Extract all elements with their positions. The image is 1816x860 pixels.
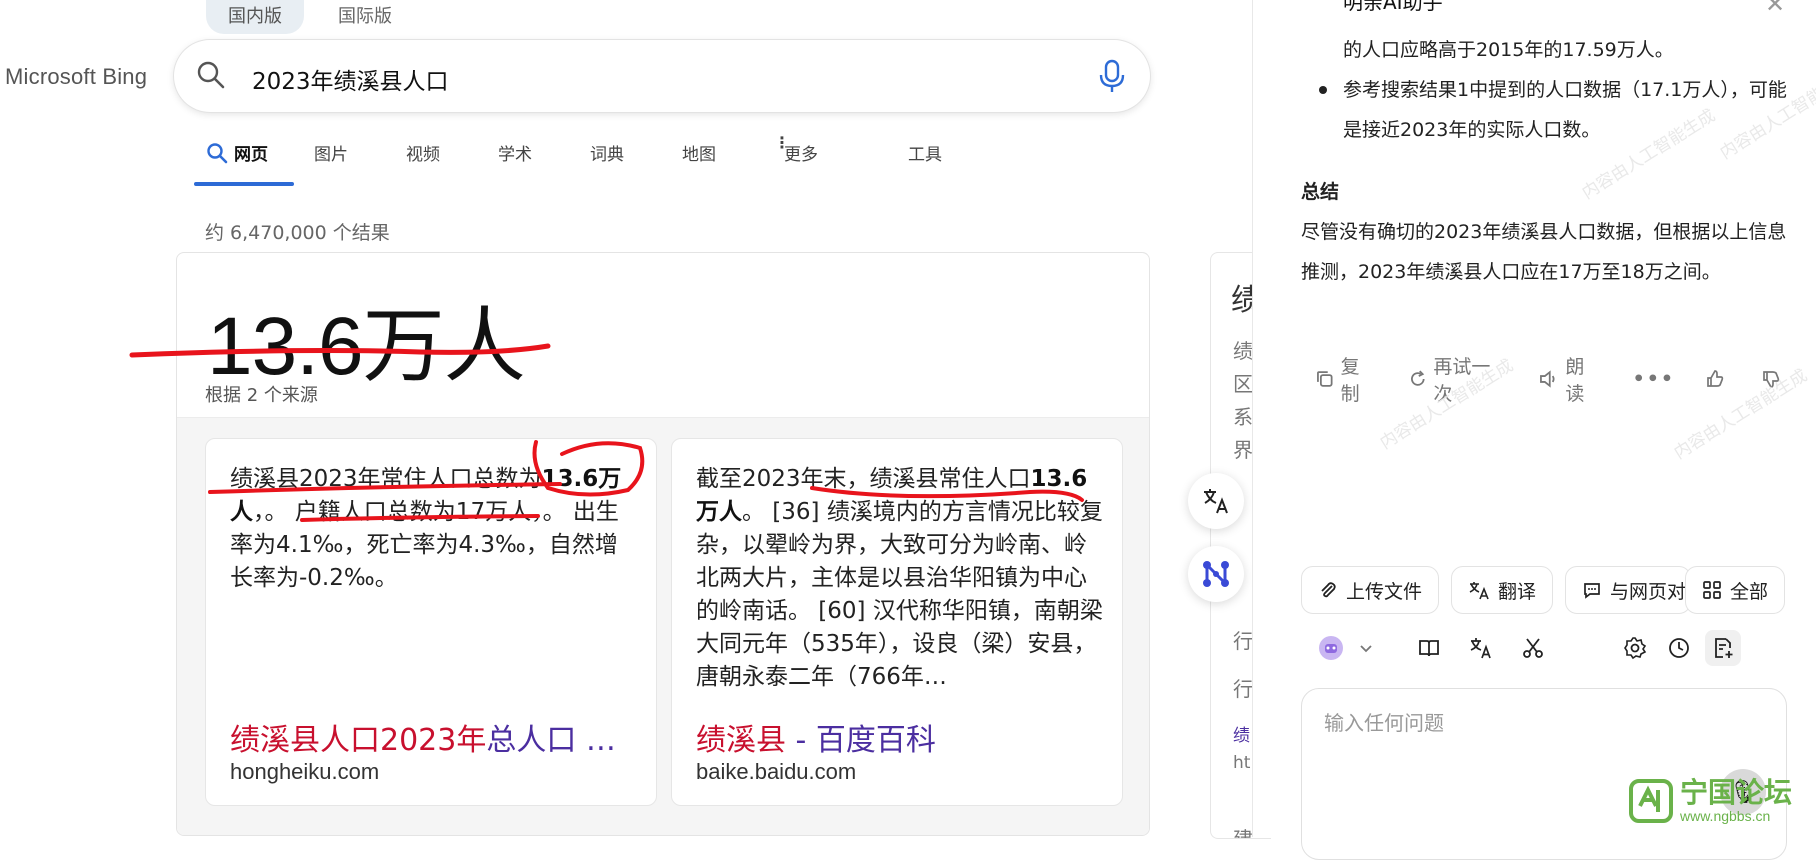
- forum-logo-icon: [1629, 779, 1673, 823]
- new-chat-icon[interactable]: [1705, 630, 1741, 666]
- region-tabs: 国内版 国际版: [206, 0, 414, 34]
- result-count: 约 6,470,000 个结果: [205, 222, 390, 244]
- source-card[interactable]: 绩溪县2023年常住人口总数为13.6万人，。 户籍人口总数为17万人，。 出生…: [205, 438, 657, 806]
- search-box[interactable]: 2023年绩溪县人口: [174, 40, 1150, 112]
- more-dots-icon: ⋮: [774, 133, 790, 152]
- chat-bullet: 参考搜索结果1中提到的人口数据（17.1万人），可能是接近2023年的实际人口数…: [1301, 70, 1801, 150]
- upload-file-button[interactable]: 上传文件: [1301, 566, 1440, 614]
- side-card-text: ht: [1233, 753, 1251, 773]
- ai-logo-icon: [1203, 561, 1229, 587]
- search-icon: [207, 143, 228, 164]
- source-domain: hongheiku.com: [230, 759, 380, 784]
- chat-with-page-button[interactable]: 与网页对: [1565, 566, 1692, 614]
- tab-label: 更多: [784, 145, 818, 165]
- translate-icon[interactable]: [1463, 630, 1499, 666]
- paperclip-icon: [1321, 582, 1336, 598]
- translate-button[interactable]: 翻译: [1451, 566, 1554, 614]
- tab-label: 词典: [590, 145, 624, 165]
- side-card-text: 行: [1233, 629, 1253, 653]
- grid-icon: [1703, 581, 1721, 599]
- tab-maps[interactable]: 地图: [682, 140, 774, 186]
- side-card-text: 行: [1233, 677, 1253, 701]
- speaker-icon: [1539, 370, 1555, 388]
- tab-academic[interactable]: 学术: [498, 140, 590, 186]
- tab-label: 视频: [406, 145, 440, 165]
- source-snippet: 绩溪县2023年常住人口总数为13.6万人，。 户籍人口总数为17万人，。 出生…: [230, 466, 622, 591]
- thumbs-up-icon[interactable]: [1705, 369, 1731, 389]
- forum-url: www.ngbbs.cn: [1680, 808, 1771, 824]
- region-tab-domestic[interactable]: 国内版: [206, 0, 304, 34]
- settings-gear-icon[interactable]: [1617, 630, 1653, 666]
- tab-tools[interactable]: 工具: [908, 140, 942, 186]
- chat-summary: 尽管没有确切的2023年绩溪县人口数据，但根据以上信息推测，2023年绩溪县人口…: [1301, 221, 1787, 283]
- side-card-text: 绩: [1233, 726, 1250, 746]
- all-tools-button[interactable]: 全部: [1685, 566, 1786, 614]
- side-card-text: 区: [1233, 372, 1253, 396]
- side-card-text: 系: [1233, 405, 1253, 429]
- tab-label: 地图: [682, 145, 716, 165]
- assistant-logo-icon: [1307, 0, 1333, 10]
- tab-label: 工具: [908, 145, 942, 165]
- tab-more[interactable]: ⋮ 更多: [774, 135, 908, 186]
- copy-button[interactable]: 复制: [1315, 352, 1378, 406]
- side-card-text: 界: [1233, 438, 1253, 462]
- translate-icon: [1469, 582, 1489, 600]
- sources-note: 根据 2 个来源: [205, 385, 318, 406]
- scissors-icon[interactable]: [1515, 630, 1551, 666]
- answer-card: 13.6万人 根据 2 个来源 绩溪县2023年常住人口总数为13.6万人，。 …: [176, 252, 1150, 836]
- region-tab-international[interactable]: 国际版: [316, 0, 414, 34]
- copy-icon: [1317, 371, 1333, 387]
- tab-label: 网页: [234, 145, 268, 165]
- chat-messages: 的人口应略高于2015年的17.59万人。 参考搜索结果1中提到的人口数据（17…: [1301, 30, 1801, 292]
- tab-images[interactable]: 图片: [292, 140, 406, 186]
- assistant-toolbar: [1301, 622, 1801, 674]
- history-clock-icon[interactable]: [1661, 630, 1697, 666]
- bing-logo[interactable]: Microsoft Bing: [5, 64, 147, 90]
- search-input[interactable]: 2023年绩溪县人口: [252, 62, 449, 96]
- translate-float-button[interactable]: [1188, 473, 1244, 529]
- source-title-link[interactable]: 绩溪县 - 百度百科: [696, 715, 936, 759]
- chat-input-placeholder: 输入任何问题: [1324, 711, 1444, 735]
- translate-icon: [1204, 489, 1228, 514]
- chat-input[interactable]: 输入任何问题 🎙: [1301, 688, 1787, 860]
- chevron-down-icon: [1360, 645, 1372, 653]
- source-domain: baike.baidu.com: [696, 759, 857, 784]
- side-card-text: 绩: [1233, 339, 1253, 363]
- source-snippet: 截至2023年末，绩溪县常住人口13.6万人。 [36] 绩溪境内的方言情况比较…: [696, 466, 1103, 690]
- ai-assistant-panel: 明亲AI助手 ✕ 的人口应略高于2015年的17.59万人。 参考搜索结果1中提…: [1252, 0, 1816, 860]
- source-title-link[interactable]: 绩溪县人口2023年总人口 …: [230, 715, 616, 759]
- tab-label: 图片: [314, 145, 348, 165]
- chat-bubble-icon: [1584, 583, 1600, 599]
- ai-assistant-float-button[interactable]: [1188, 546, 1244, 602]
- chat-line: 的人口应略高于2015年的17.59万人。: [1343, 39, 1674, 61]
- quick-action-chips: 上传文件 翻译 与网页对: [1301, 566, 1692, 614]
- model-selector[interactable]: [1311, 630, 1381, 666]
- source-card[interactable]: 截至2023年末，绩溪县常住人口13.6万人。 [36] 绩溪境内的方言情况比较…: [671, 438, 1123, 806]
- read-aloud-button[interactable]: 朗读: [1538, 352, 1603, 406]
- nav-tabs: 网页 图片 视频 学术 词典 地图 ⋮ 更多 工具: [192, 135, 942, 186]
- forum-watermark-logo: 宁国论坛 www.ngbbs.cn: [1628, 778, 1792, 824]
- retry-button[interactable]: 再试一次: [1408, 352, 1508, 406]
- close-icon[interactable]: ✕: [1765, 0, 1785, 18]
- reader-icon[interactable]: [1411, 630, 1447, 666]
- more-options-icon[interactable]: •••: [1633, 368, 1675, 390]
- tab-label: 学术: [498, 145, 532, 165]
- source-list: 绩溪县2023年常住人口总数为13.6万人，。 户籍人口总数为17万人，。 出生…: [177, 417, 1149, 835]
- refresh-icon: [1410, 370, 1425, 386]
- assistant-title: 明亲AI助手: [1343, 0, 1443, 14]
- message-actions: 复制 再试一次 朗读 •••: [1315, 352, 1816, 406]
- chat-section-title: 总结: [1301, 181, 1340, 203]
- robot-avatar-icon: [1319, 636, 1343, 660]
- tab-dictionary[interactable]: 词典: [590, 140, 682, 186]
- tab-videos[interactable]: 视频: [406, 140, 498, 186]
- search-icon[interactable]: [196, 60, 226, 90]
- microphone-icon[interactable]: [1098, 59, 1126, 93]
- tab-web[interactable]: 网页: [192, 140, 294, 186]
- thumbs-down-icon[interactable]: [1761, 369, 1787, 389]
- forum-name: 宁国论坛: [1680, 776, 1793, 809]
